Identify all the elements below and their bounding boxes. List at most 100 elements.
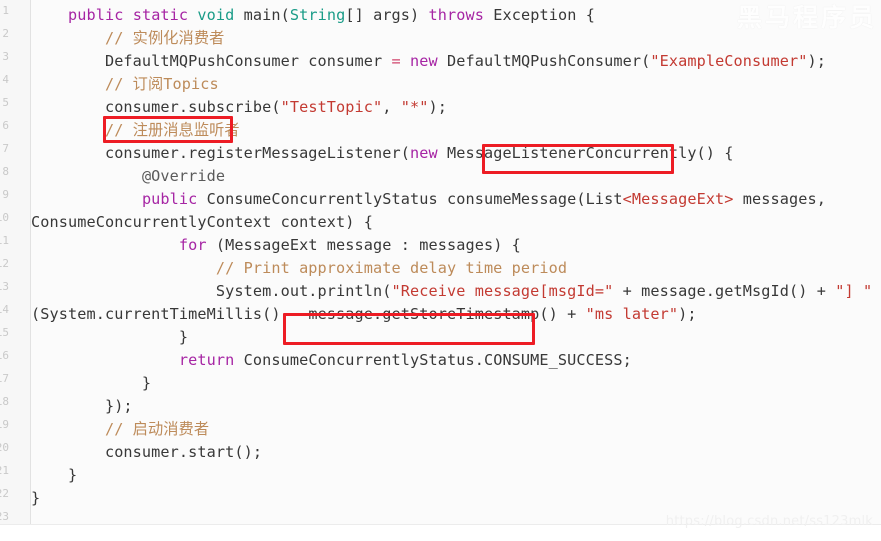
gutter-line-number: 16 [0, 349, 9, 362]
gutter-line-number: 1 [2, 4, 9, 17]
code-token: consumer.registerMessageListener( [31, 144, 410, 162]
gutter-line-number: 12 [0, 257, 9, 270]
code-token: new [410, 52, 438, 70]
code-line[interactable]: return ConsumeConcurrentlyStatus.CONSUME… [31, 349, 632, 372]
code-token: } [31, 489, 41, 507]
code-line[interactable]: }); [31, 395, 133, 418]
gutter-line-number: 11 [0, 234, 9, 247]
gutter-line-number: 18 [0, 395, 9, 408]
gutter-line-number: 15 [0, 326, 9, 339]
code-line[interactable]: } [31, 326, 188, 349]
code-line[interactable]: public ConsumeConcurrentlyStatus consume… [31, 188, 826, 211]
code-token: } [31, 374, 152, 392]
code-line[interactable]: } [31, 372, 151, 395]
code-token: ConsumeConcurrentlyStatus.CONSUME_SUCCES… [234, 351, 632, 369]
code-token: "*" [400, 98, 429, 116]
code-token: Exception { [484, 6, 595, 24]
gutter-line-number: 21 [0, 464, 9, 477]
page-bottom-strip [0, 525, 881, 541]
code-token: main( [234, 6, 290, 24]
gutter-line-number: 10 [0, 211, 9, 224]
code-line[interactable]: public static void main(String[] args) t… [31, 4, 595, 27]
code-line[interactable]: } [31, 464, 77, 487]
code-token: (MessageExt message : messages) { [206, 236, 521, 254]
code-token: consumer.subscribe( [31, 98, 281, 116]
code-line[interactable]: consumer.start(); [31, 441, 262, 464]
gutter-line-number: 3 [2, 50, 9, 63]
code-token: + [872, 282, 881, 300]
gutter-line-number: 5 [2, 96, 9, 109]
code-token: (System.currentTimeMillis() [31, 305, 290, 323]
code-line[interactable]: DefaultMQPushConsumer consumer = new Def… [31, 50, 826, 73]
code-token: "ExampleConsumer" [650, 52, 808, 70]
code-token: void [197, 6, 235, 24]
code-line[interactable]: // 订阅Topics [31, 73, 219, 96]
code-line[interactable]: consumer.subscribe("TestTopic", "*"); [31, 96, 447, 119]
code-token: System.out.println( [31, 282, 392, 300]
code-token: DefaultMQPushConsumer( [437, 52, 651, 70]
code-token: } [31, 328, 189, 346]
code-token: "] " [835, 282, 873, 300]
code-token: public [141, 190, 198, 208]
code-token: String [289, 6, 346, 24]
code-token: ConsumeConcurrentlyStatus consumeMessage… [197, 190, 623, 208]
code-token: return [178, 351, 235, 369]
code-token: }); [31, 397, 133, 415]
code-token: // 启动消费者 [104, 420, 210, 438]
code-token: // 实例化消费者 [104, 29, 225, 47]
gutter-line-number: 22 [0, 487, 9, 500]
code-token: } [31, 466, 78, 484]
code-line[interactable]: // Print approximate delay time period [31, 257, 567, 280]
code-token: new [410, 144, 438, 162]
code-line[interactable]: } [31, 487, 40, 510]
gutter-line-number: 8 [2, 165, 9, 178]
code-token: @Override [141, 167, 226, 185]
gutter-line-number: 6 [2, 119, 9, 132]
code-line[interactable]: // 启动消费者 [31, 418, 209, 441]
code-token: ); [428, 98, 448, 116]
gutter-line-number: 4 [2, 73, 9, 86]
gutter-line-number: 14 [0, 303, 9, 316]
code-area[interactable]: public static void main(String[] args) t… [31, 0, 881, 541]
code-line[interactable]: // 实例化消费者 [31, 27, 224, 50]
gutter-line-number: 23 [0, 510, 9, 523]
code-token: , [382, 98, 401, 116]
code-token: static [132, 6, 189, 24]
code-token: DefaultMQPushConsumer consumer [31, 52, 392, 70]
code-line[interactable]: @Override [31, 165, 225, 188]
code-line[interactable]: for (MessageExt message : messages) { [31, 234, 521, 257]
code-token: [] args) [345, 6, 429, 24]
highlight-listener-concurrently [482, 144, 674, 174]
code-token: for [178, 236, 207, 254]
gutter-line-number: 2 [2, 27, 9, 40]
code-screenshot: 1234567891011121314151617181920212223 pu… [0, 0, 881, 541]
code-token: consumer.start(); [31, 443, 263, 461]
code-token: + message.getMsgId() + [613, 282, 836, 300]
code-token: // Print approximate delay time period [215, 259, 568, 277]
code-token: <MessageExt> [622, 190, 734, 208]
code-token: public [67, 6, 124, 24]
code-token: messages, [733, 190, 826, 208]
gutter-line-number: 7 [2, 142, 9, 155]
editor-gutter: 1234567891011121314151617181920212223 [0, 0, 31, 541]
gutter-line-number: 13 [0, 280, 9, 293]
code-line[interactable]: ConsumeConcurrentlyContext context) { [31, 211, 373, 234]
highlight-register-listener-comment [103, 116, 233, 143]
gutter-line-number: 20 [0, 441, 9, 454]
code-line[interactable]: System.out.println("Receive message[msgI… [31, 280, 881, 303]
code-token: // 订阅Topics [104, 75, 219, 93]
code-token: = [391, 52, 401, 70]
code-token: ConsumeConcurrentlyContext context) { [31, 213, 374, 231]
code-token: "Receive message[msgId=" [391, 282, 614, 300]
gutter-line-number: 19 [0, 418, 9, 431]
code-token: + [557, 305, 586, 323]
